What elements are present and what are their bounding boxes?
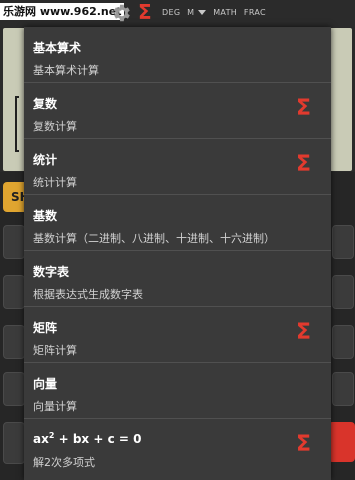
sigma-icon: Σ bbox=[295, 432, 311, 457]
sigma-icon[interactable]: Σ bbox=[138, 1, 152, 23]
keypad-key[interactable] bbox=[332, 372, 354, 406]
keypad-key[interactable] bbox=[332, 275, 354, 309]
menu-item-title: 基本算术 bbox=[33, 41, 82, 55]
equation-prefix: ax bbox=[33, 432, 49, 446]
display-cursor bbox=[15, 96, 19, 152]
menu-item-title: 数字表 bbox=[33, 265, 70, 279]
menu-item-title: 统计 bbox=[33, 153, 58, 167]
keypad-key[interactable] bbox=[3, 225, 25, 259]
mode-math[interactable]: MATH bbox=[213, 8, 237, 17]
keypad-key[interactable] bbox=[3, 275, 25, 309]
delete-key[interactable] bbox=[328, 422, 355, 462]
menu-item-title: ax2 + bx + c = 0 bbox=[33, 431, 141, 446]
menu-item-base[interactable]: 基数 基数计算（二进制、八进制、十进制、十六进制） bbox=[24, 195, 331, 251]
menu-item-title: 基数 bbox=[33, 209, 58, 223]
keypad-key[interactable] bbox=[332, 225, 354, 259]
top-bar: 乐游网 www.962.net Σ DEG M MATH FRAC bbox=[0, 0, 355, 27]
watermark-logo: 乐游网 www.962.net bbox=[0, 3, 125, 20]
menu-item-number-table[interactable]: 数字表 根据表达式生成数字表 bbox=[24, 251, 331, 307]
menu-item-statistics[interactable]: 统计 统计计算 Σ bbox=[24, 139, 331, 195]
mode-m: M bbox=[187, 8, 195, 17]
menu-item-desc: 统计计算 bbox=[33, 176, 77, 189]
menu-item-desc: 基数计算（二进制、八进制、十进制、十六进制） bbox=[33, 232, 275, 245]
keypad-key[interactable] bbox=[3, 422, 25, 464]
menu-item-quadratic[interactable]: ax2 + bx + c = 0 解2次多项式 Σ bbox=[24, 419, 331, 475]
gear-icon[interactable] bbox=[110, 2, 132, 24]
keypad-key[interactable] bbox=[3, 325, 25, 359]
keypad-key[interactable] bbox=[3, 372, 25, 406]
menu-item-desc: 矩阵计算 bbox=[33, 344, 77, 357]
sigma-icon: Σ bbox=[295, 320, 311, 345]
sigma-icon: Σ bbox=[295, 96, 311, 121]
sigma-icon: Σ bbox=[295, 152, 311, 177]
keypad-key[interactable] bbox=[332, 325, 354, 359]
menu-item-title: 向量 bbox=[33, 377, 58, 391]
menu-item-complex[interactable]: 复数 复数计算 Σ bbox=[24, 83, 331, 139]
menu-item-desc: 复数计算 bbox=[33, 120, 77, 133]
menu-item-basic-arithmetic[interactable]: 基本算术 基本算术计算 bbox=[24, 27, 331, 83]
menu-item-desc: 向量计算 bbox=[33, 400, 77, 413]
menu-item-desc: 解2次多项式 bbox=[33, 456, 95, 469]
mode-indicators: DEG M MATH FRAC bbox=[162, 8, 270, 17]
menu-item-title: 复数 bbox=[33, 97, 58, 111]
menu-item-desc: 根据表达式生成数字表 bbox=[33, 288, 143, 301]
menu-item-vector[interactable]: 向量 向量计算 bbox=[24, 363, 331, 419]
menu-item-desc: 基本算术计算 bbox=[33, 64, 99, 77]
equation-suffix: + bx + c = 0 bbox=[54, 432, 142, 446]
mode-deg[interactable]: DEG bbox=[162, 8, 180, 17]
caret-down-icon bbox=[198, 10, 207, 15]
mode-menu: 基本算术 基本算术计算 复数 复数计算 Σ 统计 统计计算 Σ 基数 基数计算（… bbox=[24, 27, 331, 480]
mode-frac[interactable]: FRAC bbox=[244, 8, 266, 17]
menu-item-matrix[interactable]: 矩阵 矩阵计算 Σ bbox=[24, 307, 331, 363]
menu-item-title: 矩阵 bbox=[33, 321, 58, 335]
